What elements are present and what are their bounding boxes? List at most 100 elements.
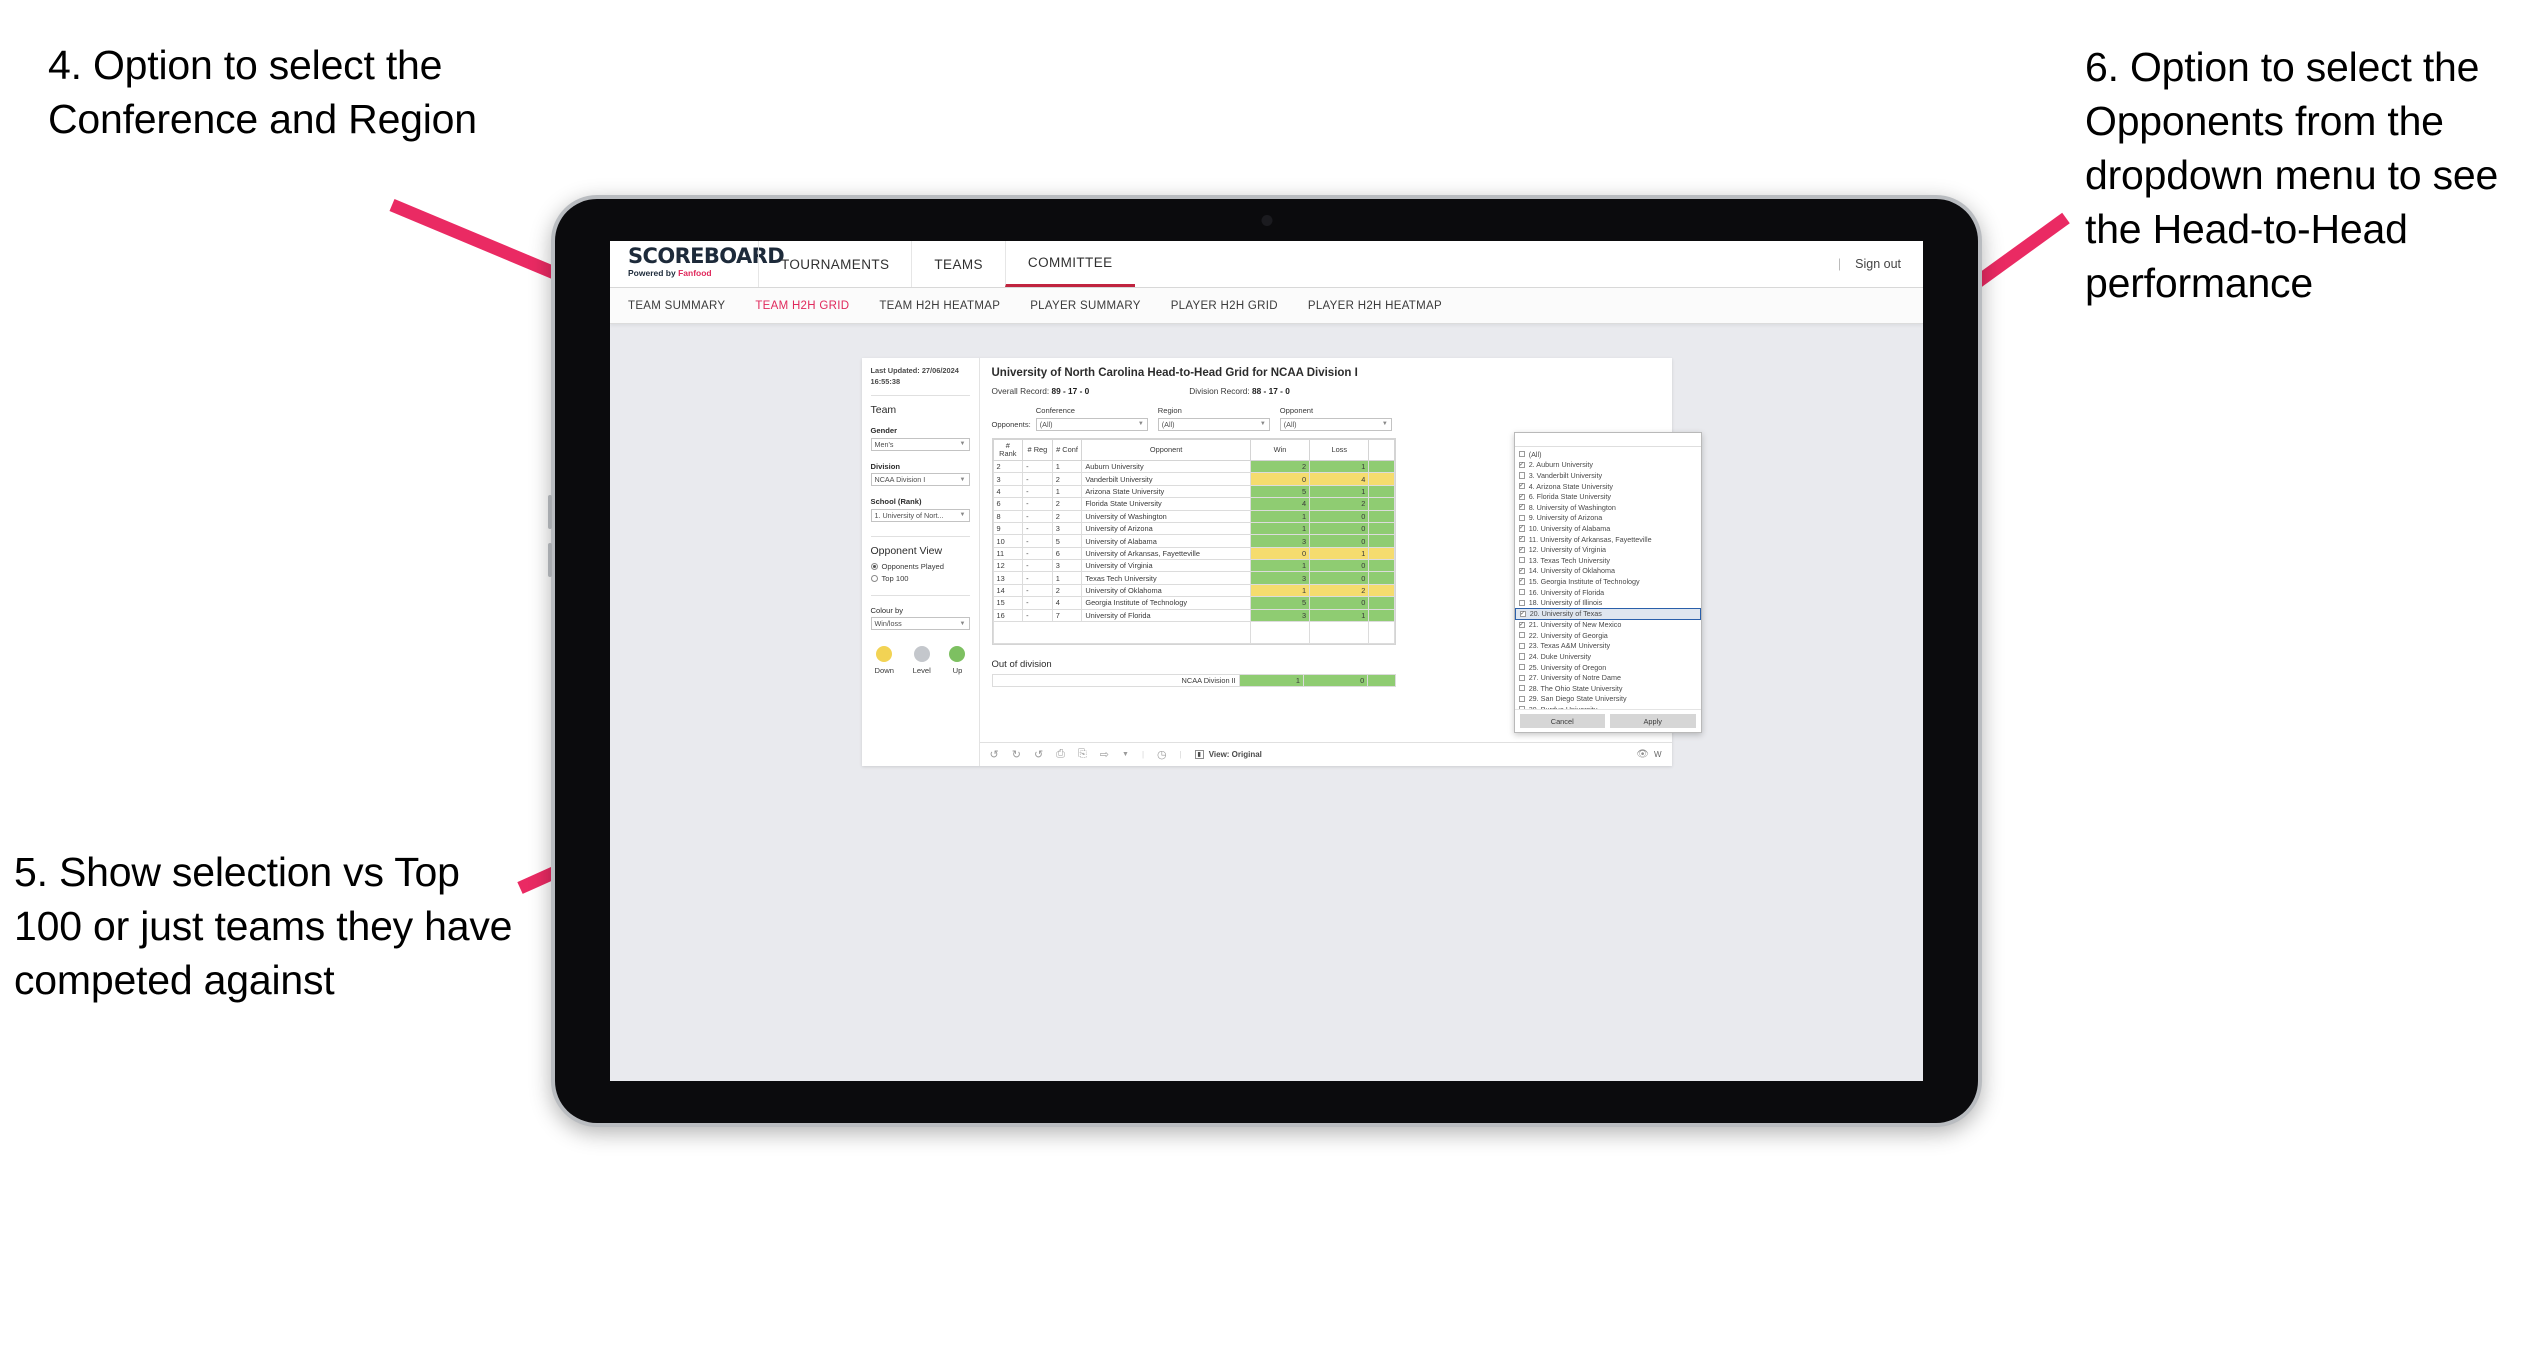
cancel-button[interactable]: Cancel: [1519, 714, 1605, 728]
checkbox-icon[interactable]: [1518, 451, 1525, 458]
dropdown-item[interactable]: ✓ 15. Georgia Institute of Technology: [1515, 576, 1701, 587]
tablet-volume-button[interactable]: [548, 495, 552, 529]
alerts-icon[interactable]: ◷: [1157, 748, 1167, 761]
table-row[interactable]: 13-1 Texas Tech University 3 0: [992, 571, 1395, 585]
table-row[interactable]: 6-2 Florida State University 4 2: [992, 497, 1395, 511]
checkbox-icon[interactable]: ✓: [1518, 621, 1525, 628]
dropdown-item[interactable]: ✓ 21. University of New Mexico: [1515, 620, 1701, 631]
checkbox-icon[interactable]: [1518, 588, 1525, 596]
opponent-dropdown-list[interactable]: (All) ✓ 2. Auburn University 3. Vanderbilt …: [1514, 447, 1701, 709]
dropdown-item[interactable]: 18. University of Illinois: [1515, 597, 1701, 608]
topnav-item-teams[interactable]: TEAMS: [911, 241, 1005, 287]
dropdown-item[interactable]: ✓ 10. University of Alabama: [1515, 523, 1701, 534]
apply-button[interactable]: Apply: [1610, 714, 1696, 728]
checkbox-icon[interactable]: [1518, 685, 1525, 692]
view-original-button[interactable]: ▮ View: Original: [1194, 750, 1262, 759]
radio-top-100[interactable]: Top 100: [870, 574, 970, 583]
dropdown-item[interactable]: ✓ 14. University of Oklahoma: [1515, 566, 1701, 577]
dropdown-item[interactable]: ✓ 12. University of Virginia: [1515, 544, 1701, 555]
dropdown-item[interactable]: 13. Texas Tech University: [1515, 555, 1701, 566]
checkbox-icon[interactable]: ✓: [1518, 546, 1525, 553]
checkbox-icon[interactable]: ✓: [1518, 525, 1525, 532]
sign-out-link[interactable]: Sign out: [1855, 257, 1901, 271]
checkbox-icon[interactable]: [1518, 557, 1525, 564]
dropdown-item[interactable]: 16. University of Florida: [1515, 587, 1701, 598]
dropdown-item[interactable]: ✓ 4. Arizona State University: [1515, 481, 1701, 492]
checkbox-icon[interactable]: ✓: [1518, 461, 1525, 468]
checkbox-icon[interactable]: ✓: [1518, 493, 1525, 500]
checkbox-icon[interactable]: [1518, 706, 1525, 709]
division-select[interactable]: NCAA Division I ▼: [870, 473, 970, 487]
dropdown-item[interactable]: 3. Vanderbilt University: [1515, 470, 1701, 481]
checkbox-icon[interactable]: [1518, 653, 1525, 660]
undo-icon[interactable]: ↺: [990, 748, 999, 761]
subnav-item-player-h2h-grid[interactable]: PLAYER H2H GRID: [1171, 300, 1278, 312]
checkbox-icon[interactable]: ✓: [1518, 504, 1525, 511]
pause-icon[interactable]: ⎘: [1078, 748, 1087, 761]
col-header-loss[interactable]: Loss: [1309, 438, 1370, 462]
dropdown-item[interactable]: ✓ 20. University of Texas: [1514, 607, 1701, 620]
checkbox-icon[interactable]: [1518, 674, 1525, 681]
region-select[interactable]: (All) ▼: [1157, 417, 1270, 431]
topnav-item-tournaments[interactable]: TOURNAMENTS: [758, 241, 911, 287]
dropdown-item[interactable]: 23. Texas A&M University: [1515, 641, 1701, 652]
dropdown-item[interactable]: 22. University of Georgia: [1515, 630, 1701, 641]
revert-icon[interactable]: ↺: [1034, 748, 1043, 761]
checkbox-icon[interactable]: [1518, 514, 1525, 521]
dropdown-item[interactable]: 28. The Ohio State University: [1515, 683, 1701, 694]
checkbox-icon[interactable]: ✓: [1518, 482, 1525, 490]
refresh-icon[interactable]: ⎙: [1056, 748, 1065, 761]
checkbox-icon[interactable]: ✓: [1518, 567, 1525, 574]
checkbox-icon[interactable]: [1518, 642, 1525, 650]
dropdown-item[interactable]: ✓ 6. Florida State University: [1515, 491, 1701, 502]
out-of-division-row[interactable]: NCAA Division II 1 0: [991, 673, 1396, 688]
dropdown-item[interactable]: 27. University of Notre Dame: [1515, 672, 1701, 683]
subnav-item-player-summary[interactable]: PLAYER SUMMARY: [1030, 300, 1141, 312]
table-row[interactable]: 16-7 University of Florida 3 1: [992, 608, 1395, 622]
col-header-conf[interactable]: # Conf: [1051, 438, 1083, 462]
dropdown-item[interactable]: (All): [1515, 449, 1701, 460]
dropdown-item[interactable]: 9. University of Arizona: [1515, 513, 1701, 524]
dropdown-item[interactable]: 24. Duke University: [1515, 651, 1701, 662]
watch-button[interactable]: 👁 W: [1636, 749, 1661, 760]
table-row[interactable]: 3-2 Vanderbilt University 0 4: [992, 472, 1395, 486]
subnav-item-team-h2h-heatmap[interactable]: TEAM H2H HEATMAP: [879, 300, 1000, 312]
col-header-opponent[interactable]: Opponent: [1081, 438, 1251, 462]
subnav-item-player-h2h-heatmap[interactable]: PLAYER H2H HEATMAP: [1308, 300, 1442, 312]
colour-by-select[interactable]: Win/loss ▼: [870, 617, 970, 631]
topnav-item-committee[interactable]: COMMITTEE: [1004, 241, 1135, 287]
table-row[interactable]: 2-1 Auburn University 2 1: [992, 460, 1395, 474]
gender-select[interactable]: Men's ▼: [870, 437, 970, 451]
col-header-rank[interactable]: # Rank: [992, 438, 1024, 462]
chevron-down-icon[interactable]: ▼: [1122, 751, 1129, 758]
col-header-reg[interactable]: # Reg: [1022, 438, 1053, 462]
table-row[interactable]: 10-5 University of Alabama 3 0: [992, 534, 1395, 548]
checkbox-icon[interactable]: ✓: [1519, 610, 1526, 617]
col-header-win[interactable]: Win: [1249, 438, 1311, 462]
checkbox-icon[interactable]: [1518, 695, 1525, 703]
checkbox-icon[interactable]: ✓: [1518, 535, 1525, 543]
table-row[interactable]: 4-1 Arizona State University 5 1: [992, 484, 1395, 499]
opponent-select[interactable]: (All) ▼: [1279, 417, 1392, 431]
dropdown-item[interactable]: 29. San Diego State University: [1515, 694, 1701, 705]
dropdown-item[interactable]: ✓ 2. Auburn University: [1515, 460, 1701, 471]
subnav-item-team-summary[interactable]: TEAM SUMMARY: [628, 300, 725, 312]
dropdown-item[interactable]: ✓ 8. University of Washington: [1515, 502, 1701, 513]
dropdown-item[interactable]: ✓ 11. University of Arkansas, Fayettevill…: [1515, 534, 1701, 545]
opponent-dropdown-menu[interactable]: (All) ✓ 2. Auburn University 3. Vanderbilt …: [1513, 432, 1702, 733]
table-row[interactable]: 11-6 University of Arkansas, Fayetteville…: [992, 546, 1395, 561]
site-logo[interactable]: SCOREBOARD Powered by Fanfood: [610, 241, 785, 287]
checkbox-icon[interactable]: [1518, 472, 1525, 479]
school-rank-select[interactable]: 1. University of Nort... ▼: [870, 508, 970, 522]
dropdown-item[interactable]: 25. University of Oregon: [1515, 662, 1701, 673]
table-row[interactable]: 12-3 University of Virginia 1 0: [992, 559, 1395, 573]
subnav-item-team-h2h-grid[interactable]: TEAM H2H GRID: [755, 300, 849, 312]
opponent-dropdown-search[interactable]: [1514, 433, 1701, 447]
checkbox-icon[interactable]: [1518, 632, 1525, 639]
tablet-power-button[interactable]: [548, 543, 552, 577]
conference-select[interactable]: (All) ▼: [1035, 417, 1148, 431]
share-icon[interactable]: ⇨: [1100, 748, 1109, 761]
radio-opponents-played[interactable]: Opponents Played: [870, 562, 970, 571]
table-row[interactable]: 9-3 University of Arizona 1 0: [992, 521, 1395, 536]
table-row[interactable]: 8-2 University of Washington 1 0: [992, 509, 1395, 523]
